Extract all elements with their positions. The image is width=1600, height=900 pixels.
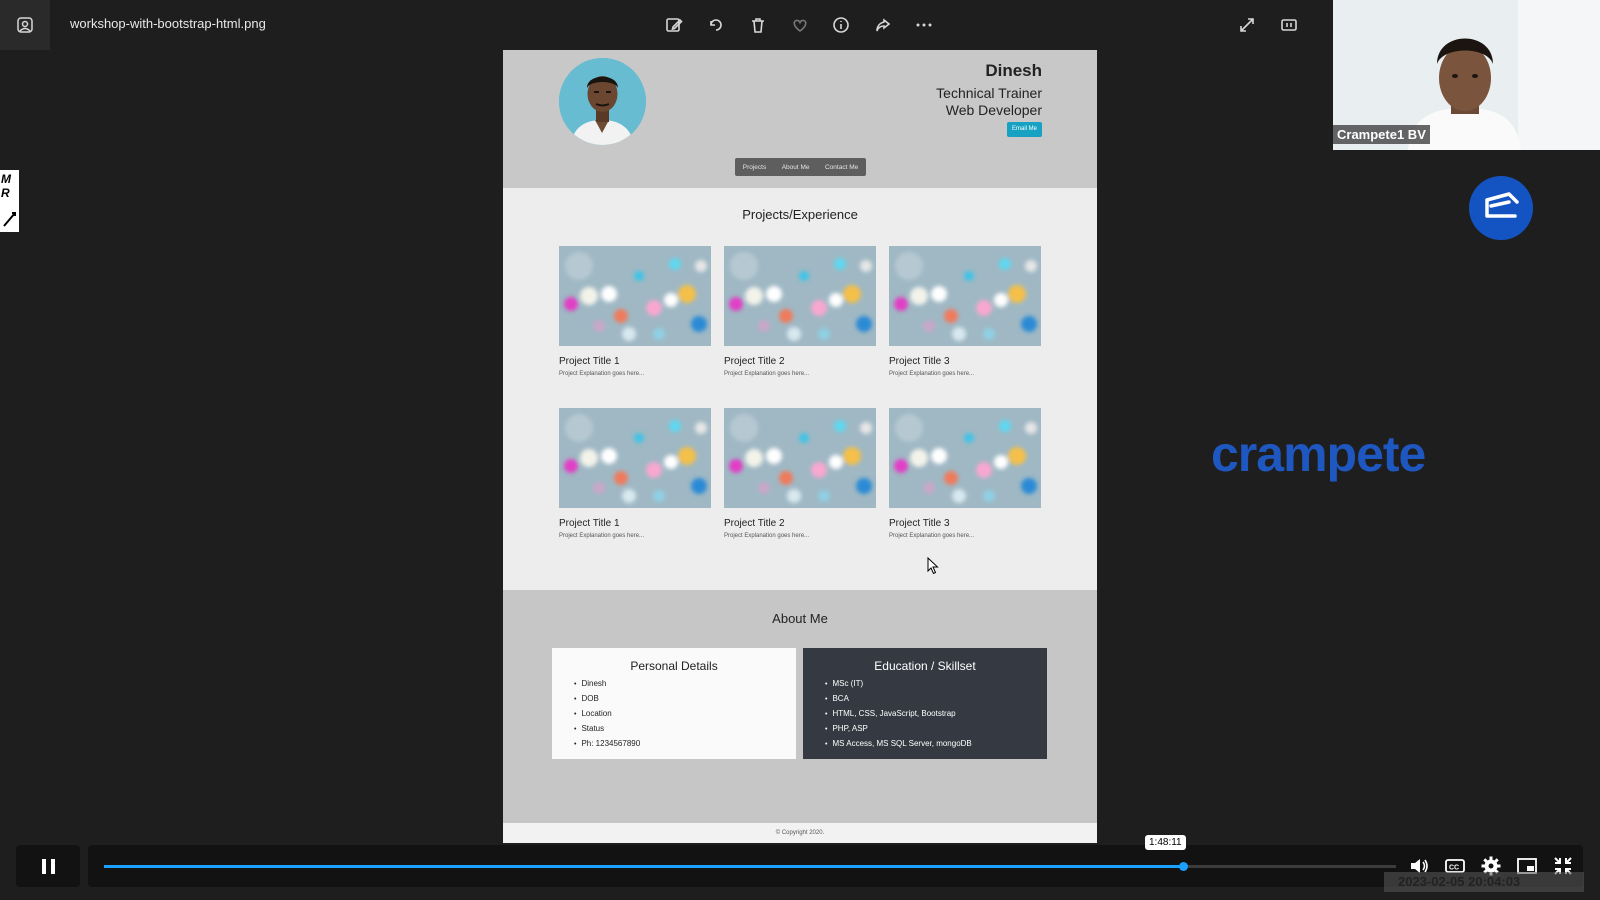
brand-name: crampete (1211, 426, 1426, 482)
rotate-icon[interactable] (705, 14, 727, 36)
pause-button[interactable] (16, 845, 80, 887)
project-title: Project Title 2 (724, 518, 785, 529)
project-thumbnail (889, 408, 1041, 508)
file-name: workshop-with-bootstrap-html.png (70, 16, 266, 31)
personal-details-title: Personal Details (630, 659, 718, 673)
video-player-controls (0, 843, 1600, 900)
profile-photo (559, 58, 646, 145)
project-card: Project Title 2 Project Explanation goes… (724, 408, 876, 539)
photos-app-icon[interactable] (0, 0, 50, 50)
project-card: Project Title 2 Project Explanation goes… (724, 246, 876, 377)
project-description: Project Explanation goes here... (559, 371, 645, 377)
about-heading: About Me (772, 611, 828, 626)
mouse-cursor-icon (927, 556, 939, 580)
time-tooltip: 1:48:11 (1145, 835, 1186, 850)
project-description: Project Explanation goes here... (724, 533, 810, 539)
more-icon[interactable] (913, 14, 935, 36)
list-item: MSc (IT) (825, 677, 1047, 692)
list-item: HTML, CSS, JavaScript, Bootstrap (825, 707, 1047, 722)
project-title: Project Title 3 (889, 518, 950, 529)
profile-role-trainer: Technical Trainer (936, 85, 1042, 101)
profile-name: Dinesh (985, 61, 1042, 80)
project-description: Project Explanation goes here... (889, 371, 975, 377)
favorite-icon[interactable] (789, 14, 811, 36)
nav-contact-me: Contact Me (824, 163, 859, 171)
project-thumbnail (559, 408, 711, 508)
annotation-letter-r: R (1, 186, 10, 200)
project-thumbnail (559, 246, 711, 346)
list-item: Status (574, 722, 796, 737)
email-me-button: Email Me (1006, 122, 1042, 137)
project-title: Project Title 2 (724, 356, 785, 367)
portfolio-page-image: Dinesh Technical Trainer Web Developer E… (503, 50, 1097, 843)
annotation-letter-m: M (1, 172, 11, 186)
project-thumbnail (724, 408, 876, 508)
list-item: Dinesh (574, 677, 796, 692)
page-nav: Projects About Me Contact Me (735, 158, 866, 176)
progress-track[interactable] (104, 862, 1396, 871)
list-item: DOB (574, 692, 796, 707)
delete-icon[interactable] (747, 14, 769, 36)
list-item: BCA (825, 692, 1047, 707)
list-item: PHP, ASP (825, 722, 1047, 737)
education-title: Education / Skillset (874, 659, 976, 673)
profile-header: Dinesh Technical Trainer Web Developer E… (503, 50, 1097, 188)
info-icon[interactable] (830, 14, 852, 36)
nav-projects: Projects (742, 163, 767, 171)
education-skillset-panel: Education / Skillset MSc (IT) BCA HTML, … (803, 648, 1047, 759)
personal-details-panel: Personal Details Dinesh DOB Location Sta… (552, 648, 796, 759)
edit-image-icon[interactable] (663, 14, 685, 36)
page-footer: © Copyright 2020. (503, 823, 1097, 843)
project-title: Project Title 1 (559, 518, 620, 529)
progress-bar[interactable] (88, 845, 1583, 887)
personal-details-list: Dinesh DOB Location Status Ph: 123456789… (574, 677, 796, 752)
list-item: MS Access, MS SQL Server, mongoDB (825, 737, 1047, 752)
project-card: Project Title 1 Project Explanation goes… (559, 246, 711, 377)
project-card: Project Title 1 Project Explanation goes… (559, 408, 711, 539)
project-description: Project Explanation goes here... (559, 533, 645, 539)
actual-size-icon[interactable] (1278, 14, 1300, 36)
progress-fill (104, 865, 1183, 868)
screen-annotation-widget[interactable]: M R (0, 170, 19, 232)
list-item: Location (574, 707, 796, 722)
project-card: Project Title 3 Project Explanation goes… (889, 408, 1041, 539)
projects-heading: Projects/Experience (742, 207, 858, 222)
education-list: MSc (IT) BCA HTML, CSS, JavaScript, Boot… (825, 677, 1047, 752)
project-description: Project Explanation goes here... (724, 371, 810, 377)
crampete-logo-icon (1469, 176, 1533, 240)
list-item: Ph: 1234567890 (574, 737, 796, 752)
project-description: Project Explanation goes here... (889, 533, 975, 539)
nav-about-me: About Me (781, 163, 810, 171)
project-thumbnail (889, 246, 1041, 346)
recording-timestamp: 2023-02-05 20:04:03 (1384, 872, 1584, 892)
share-icon[interactable] (872, 14, 894, 36)
about-section: About Me Personal Details Dinesh DOB Loc… (503, 590, 1097, 823)
participant-video[interactable]: Crampete1 BV (1333, 0, 1600, 150)
project-card: Project Title 3 Project Explanation goes… (889, 246, 1041, 377)
fullscreen-icon[interactable] (1236, 14, 1258, 36)
svg-text:CC: CC (1449, 865, 1459, 872)
progress-scrubber[interactable] (1178, 862, 1188, 871)
project-title: Project Title 1 (559, 356, 620, 367)
participant-name: Crampete1 BV (1333, 125, 1430, 144)
pen-tool-icon (3, 212, 16, 227)
profile-role-developer: Web Developer (945, 102, 1042, 118)
project-thumbnail (724, 246, 876, 346)
project-title: Project Title 3 (889, 356, 950, 367)
